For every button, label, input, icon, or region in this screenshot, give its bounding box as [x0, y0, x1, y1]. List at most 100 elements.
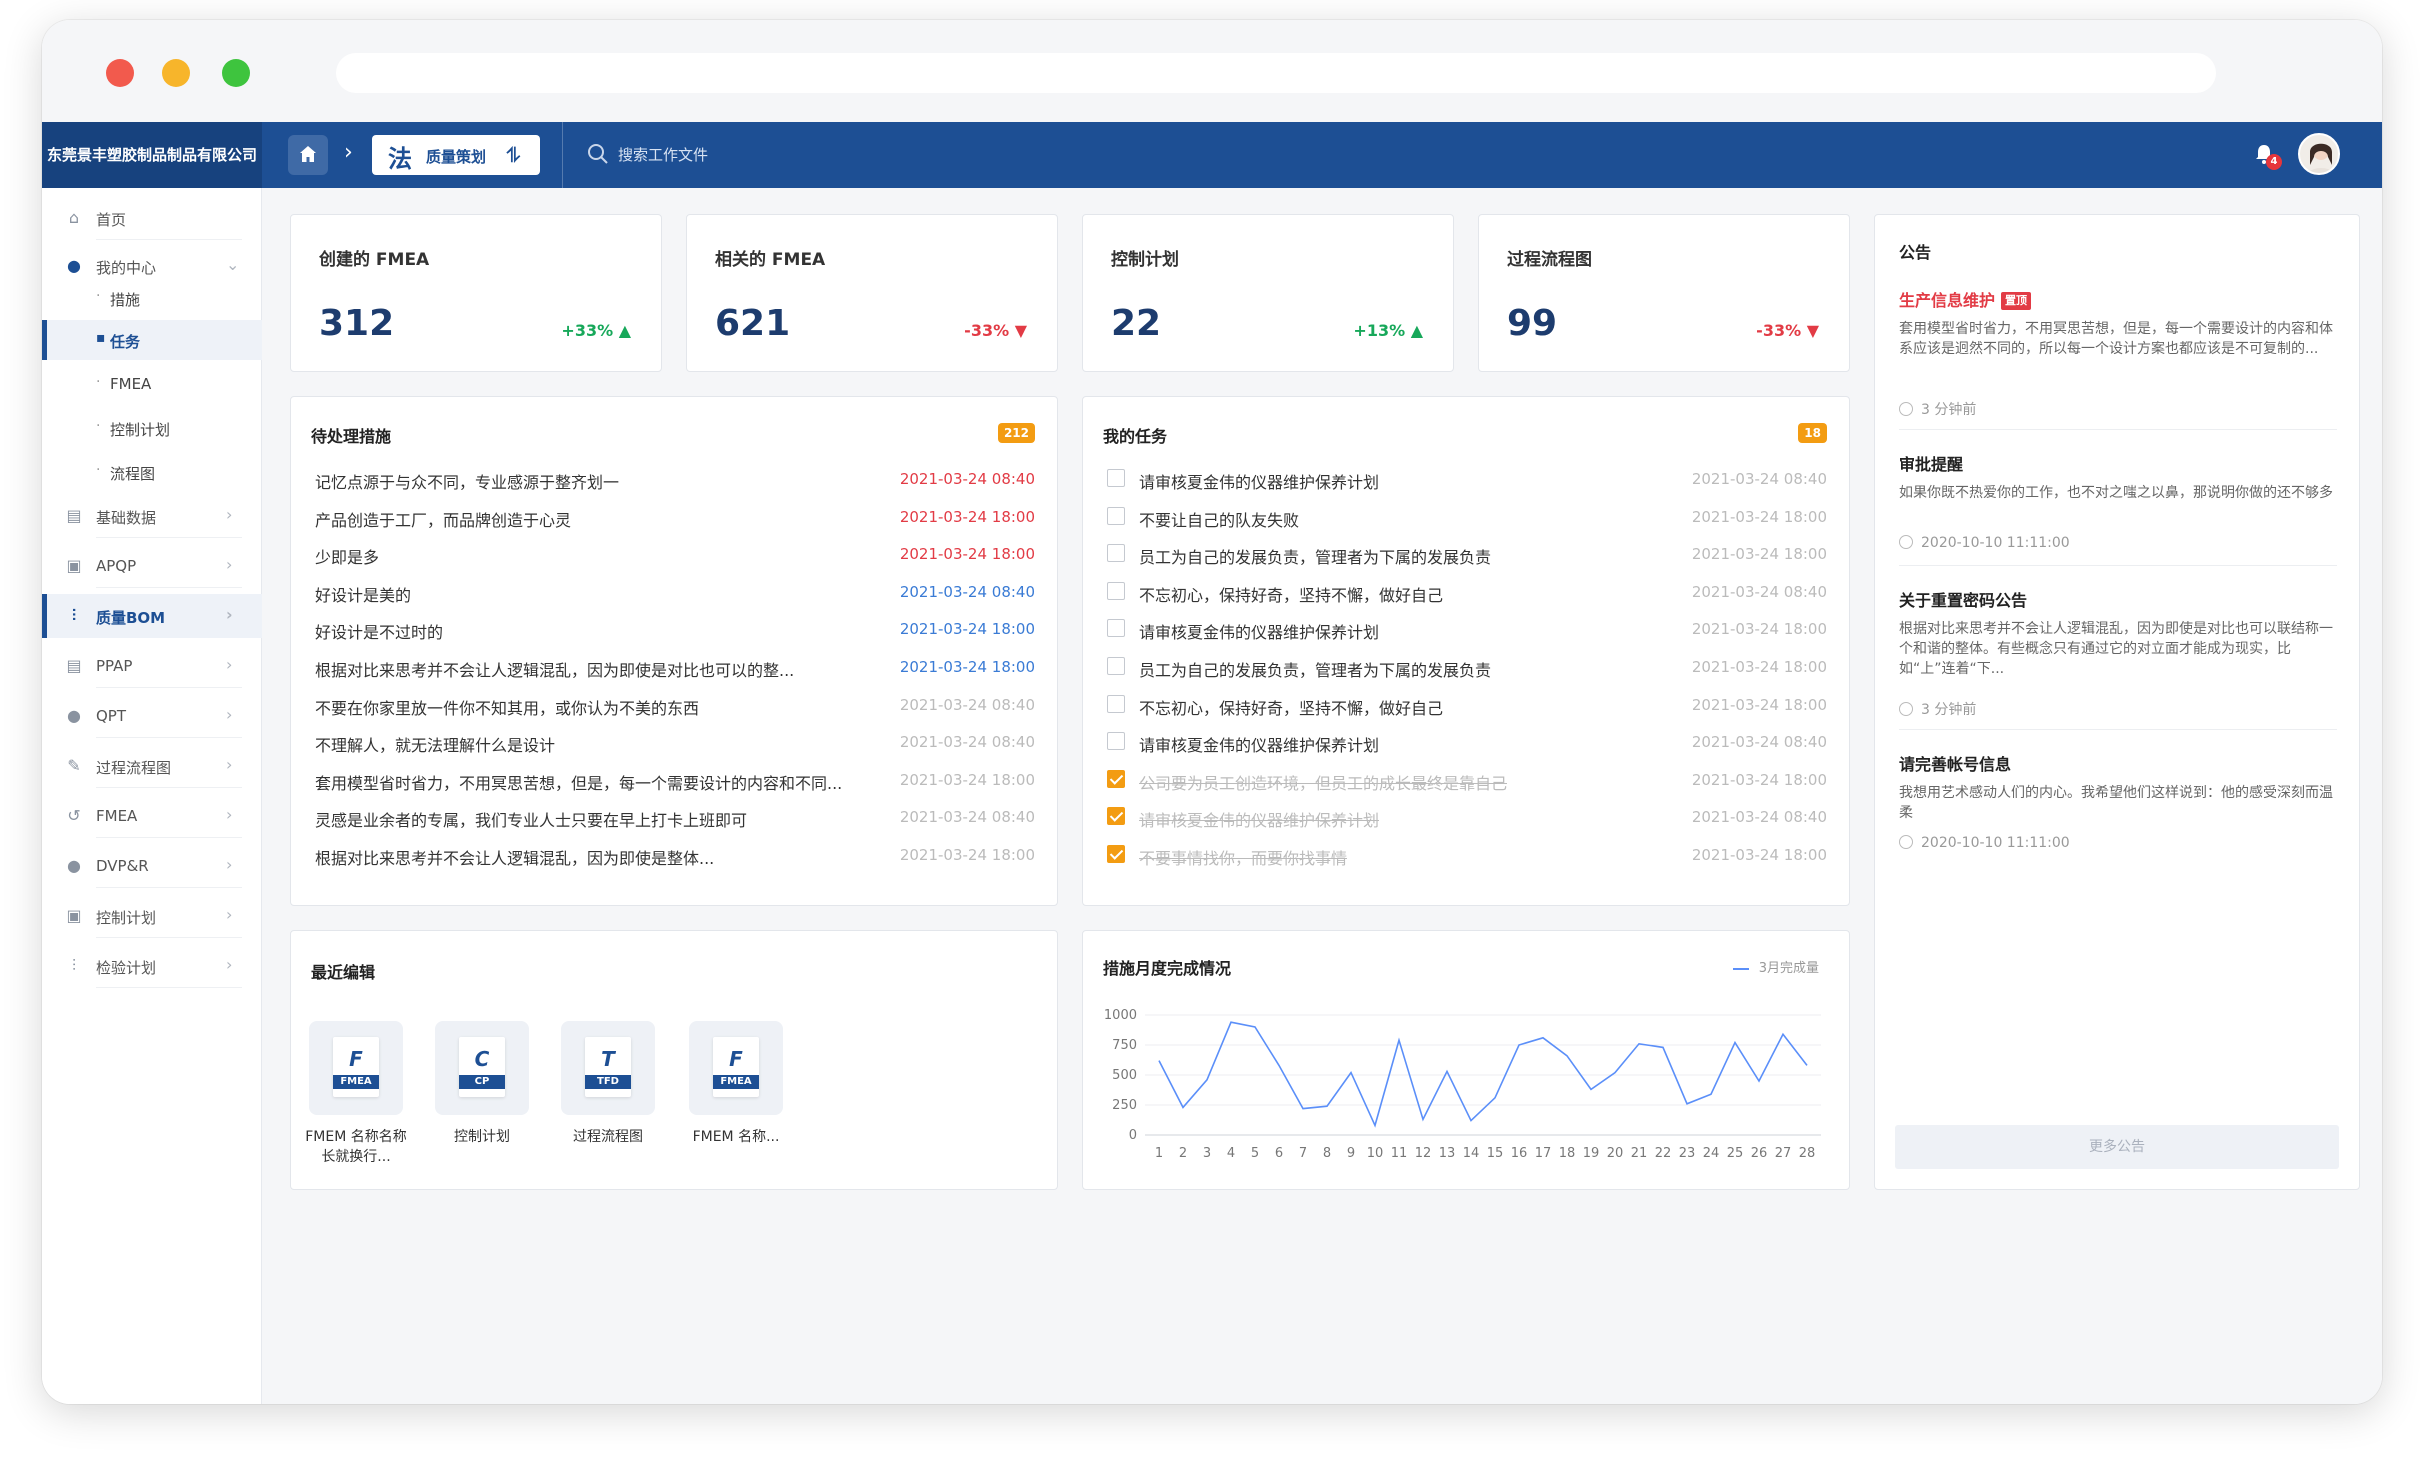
- file-thumbnail: C CP: [435, 1021, 529, 1115]
- pending-row[interactable]: 记忆点源于与众不同，专业感源于整齐划一 2021-03-24 08:40: [315, 461, 1035, 497]
- row-date: 2021-03-24 18:00: [899, 507, 1035, 526]
- sidebar-item-process-flow[interactable]: ✎ 过程流程图 ›: [42, 744, 262, 788]
- address-bar[interactable]: [336, 53, 2216, 93]
- x-tick-label: 6: [1275, 1146, 1283, 1161]
- sidebar-item-ppap[interactable]: ▤ PPAP ›: [42, 644, 262, 688]
- task-row: 请审核夏金伟的仪器维护保养计划 2021-03-24 08:40: [1107, 724, 1827, 760]
- sidebar-subitem-flowchart[interactable]: · 流程图: [42, 452, 262, 492]
- task-checkbox[interactable]: [1107, 845, 1125, 863]
- home-button[interactable]: [288, 135, 328, 175]
- announcement-title[interactable]: 关于重置密码公告: [1899, 587, 2027, 611]
- sidebar-item-label: 基础数据: [96, 509, 157, 527]
- x-tick-label: 14: [1463, 1146, 1480, 1161]
- sidebar-item-home[interactable]: ⌂ 首页: [42, 196, 262, 240]
- stat-change: -33% ▼: [964, 321, 1027, 340]
- sidebar-item-qpt[interactable]: ● QPT ›: [42, 694, 262, 738]
- sidebar-item-control-plan[interactable]: ▣ 控制计划 ›: [42, 894, 262, 938]
- pending-row[interactable]: 产品创造于工厂，而品牌创造于心灵 2021-03-24 18:00: [315, 499, 1035, 535]
- browser-window: 东莞景丰塑胶制品制品有限公司 › 法 质量策划 ⥮ 4 ⌂ 首页 ● 我的中心: [42, 20, 2382, 1404]
- pending-row[interactable]: 好设计是不过时的 2021-03-24 18:00: [315, 611, 1035, 647]
- sidebar-item-apqp[interactable]: ▣ APQP ›: [42, 544, 262, 588]
- row-text: 不忘初心，保持好奇，坚持不懈，做好自己: [1139, 698, 1444, 718]
- pending-row[interactable]: 灵感是业余者的专属，我们专业人士只要在早上打卡上班即可 2021-03-24 08…: [315, 799, 1035, 835]
- pinned-badge: 置顶: [2001, 292, 2032, 310]
- row-text: 不要在你家里放一件你不知其用，或你认为不美的东西: [315, 698, 700, 718]
- row-date: 2021-03-24 18:00: [1691, 846, 1827, 864]
- pending-row[interactable]: 根据对比来思考并不会让人逻辑混乱，因为即使是对比也可以的整... 2021-03-…: [315, 649, 1035, 685]
- file-thumbnail: T TFD: [561, 1021, 655, 1115]
- maximize-window-button[interactable]: [222, 59, 250, 87]
- sidebar-item-label: APQP: [96, 557, 137, 575]
- row-date: 2021-03-24 18:00: [899, 658, 1035, 676]
- announcement-title[interactable]: 请完善帐号信息: [1899, 751, 2011, 775]
- stat-card-process-flow[interactable]: 过程流程图 99 -33% ▼: [1478, 214, 1850, 372]
- search-input[interactable]: [618, 142, 918, 168]
- stat-change: -33% ▼: [1756, 321, 1819, 340]
- file-thumbnail: F FMEA: [689, 1021, 783, 1115]
- sidebar-subitem-fmea[interactable]: · FMEA: [42, 364, 262, 404]
- sidebar-item-quality-bom[interactable]: ⫶ 质量BOM ›: [42, 594, 262, 638]
- sidebar-item-base-data[interactable]: ▤ 基础数据 ›: [42, 494, 262, 538]
- stat-value: 22: [1111, 303, 1162, 344]
- file-thumbnail: F FMEA: [309, 1021, 403, 1115]
- recent-file[interactable]: F FMEA FMEM 名称名称长就换行...: [301, 1021, 411, 1167]
- row-text: 请审核夏金伟的仪器维护保养计划: [1139, 736, 1380, 756]
- stat-card-created-fmea[interactable]: 创建的 FMEA 312 +33% ▲: [290, 214, 662, 372]
- home-icon: [300, 146, 316, 162]
- row-date: 2021-03-24 08:40: [899, 470, 1035, 488]
- sidebar-subitem-measures[interactable]: · 措施: [42, 278, 262, 318]
- task-checkbox[interactable]: [1107, 657, 1125, 675]
- pending-row[interactable]: 不理解人，就无法理解什么是设计 2021-03-24 08:40: [315, 724, 1035, 760]
- x-tick-label: 16: [1511, 1146, 1528, 1161]
- recent-file[interactable]: C CP 控制计划: [427, 1021, 537, 1147]
- pending-row[interactable]: 不要在你家里放一件你不知其用，或你认为不美的东西 2021-03-24 08:40: [315, 687, 1035, 723]
- task-checkbox[interactable]: [1107, 581, 1125, 600]
- task-checkbox[interactable]: [1107, 694, 1125, 713]
- row-text: 请审核夏金伟的仪器维护保养计划: [1139, 623, 1380, 643]
- announcement-title[interactable]: 生产信息维护 置顶: [1899, 287, 2032, 311]
- row-text: 记忆点源于与众不同，专业感源于整齐划一: [315, 473, 620, 492]
- sidebar-item-fmea[interactable]: ↺ FMEA ›: [42, 794, 262, 838]
- row-text: 公司要为员工创造环境，但员工的成长最终是靠自己: [1139, 773, 1508, 793]
- monthly-completion-card: 措施月度完成情况 3月完成量 0 250 500 750 1000 1 2 3 4 5 6 7 8 9 10…: [1082, 930, 1850, 1190]
- pending-row[interactable]: 根据对比来思考并不会让人逻辑混乱，因为即使是整体... 2021-03-24 18…: [315, 837, 1035, 873]
- bom-icon: ⫶: [71, 606, 76, 625]
- sidebar-item-inspection-plan[interactable]: ⫶ 检验计划 ›: [42, 944, 262, 988]
- recent-file[interactable]: F FMEA FMEM 名称...: [681, 1021, 791, 1147]
- stat-value: 312: [319, 303, 395, 344]
- x-tick-label: 23: [1679, 1146, 1696, 1161]
- module-switcher[interactable]: 法 质量策划 ⥮: [372, 135, 540, 175]
- stat-card-related-fmea[interactable]: 相关的 FMEA 621 -33% ▼: [686, 214, 1058, 372]
- stat-change: +13% ▲: [1353, 321, 1423, 340]
- pending-row[interactable]: 好设计是美的 2021-03-24 08:40: [315, 574, 1035, 610]
- row-date: 2021-03-24 18:00: [1691, 695, 1827, 714]
- task-checkbox[interactable]: [1107, 732, 1125, 751]
- stat-card-control-plan[interactable]: 控制计划 22 +13% ▲: [1082, 214, 1454, 372]
- sidebar-subitem-tasks[interactable]: ▪ 任务: [42, 320, 262, 360]
- task-checkbox[interactable]: [1107, 807, 1125, 826]
- pending-row[interactable]: 套用模型省时省力，不用冥思苦想，但是，每一个需要设计的内容和不同... 2021-…: [315, 762, 1035, 798]
- more-announcements-button[interactable]: 更多公告: [1895, 1125, 2339, 1169]
- clipboard-icon: ▤: [66, 656, 82, 675]
- task-checkbox[interactable]: [1107, 506, 1125, 525]
- notification-button[interactable]: 4: [2252, 142, 2282, 170]
- pending-row[interactable]: 少即是多 2021-03-24 18:00: [315, 536, 1035, 572]
- task-checkbox[interactable]: [1107, 544, 1125, 563]
- briefcase-icon: ▣: [66, 906, 82, 925]
- row-text: 员工为自己的发展负责，管理者为下属的发展负责: [1139, 661, 1492, 680]
- row-text: 根据对比来思考并不会让人逻辑混乱，因为即使是整体...: [315, 849, 715, 868]
- recent-file[interactable]: T TFD 过程流程图: [553, 1021, 663, 1147]
- task-checkbox[interactable]: [1107, 769, 1125, 788]
- announcement-title[interactable]: 审批提醒: [1899, 451, 1963, 475]
- task-checkbox[interactable]: [1107, 469, 1125, 487]
- x-tick-label: 27: [1775, 1146, 1792, 1161]
- close-window-button[interactable]: [106, 59, 134, 87]
- sidebar-item-dvpr[interactable]: ● DVP&R ›: [42, 844, 262, 888]
- stat-value: 99: [1507, 303, 1558, 344]
- minimize-window-button[interactable]: [162, 59, 190, 87]
- user-avatar[interactable]: [2298, 133, 2340, 175]
- sidebar-subitem-control-plan[interactable]: · 控制计划: [42, 408, 262, 448]
- task-checkbox[interactable]: [1107, 619, 1125, 638]
- task-row: 请审核夏金伟的仪器维护保养计划 2021-03-24 08:40: [1107, 461, 1827, 497]
- pending-measures-card: 待处理措施 212 记忆点源于与众不同，专业感源于整齐划一 2021-03-24 …: [290, 396, 1058, 906]
